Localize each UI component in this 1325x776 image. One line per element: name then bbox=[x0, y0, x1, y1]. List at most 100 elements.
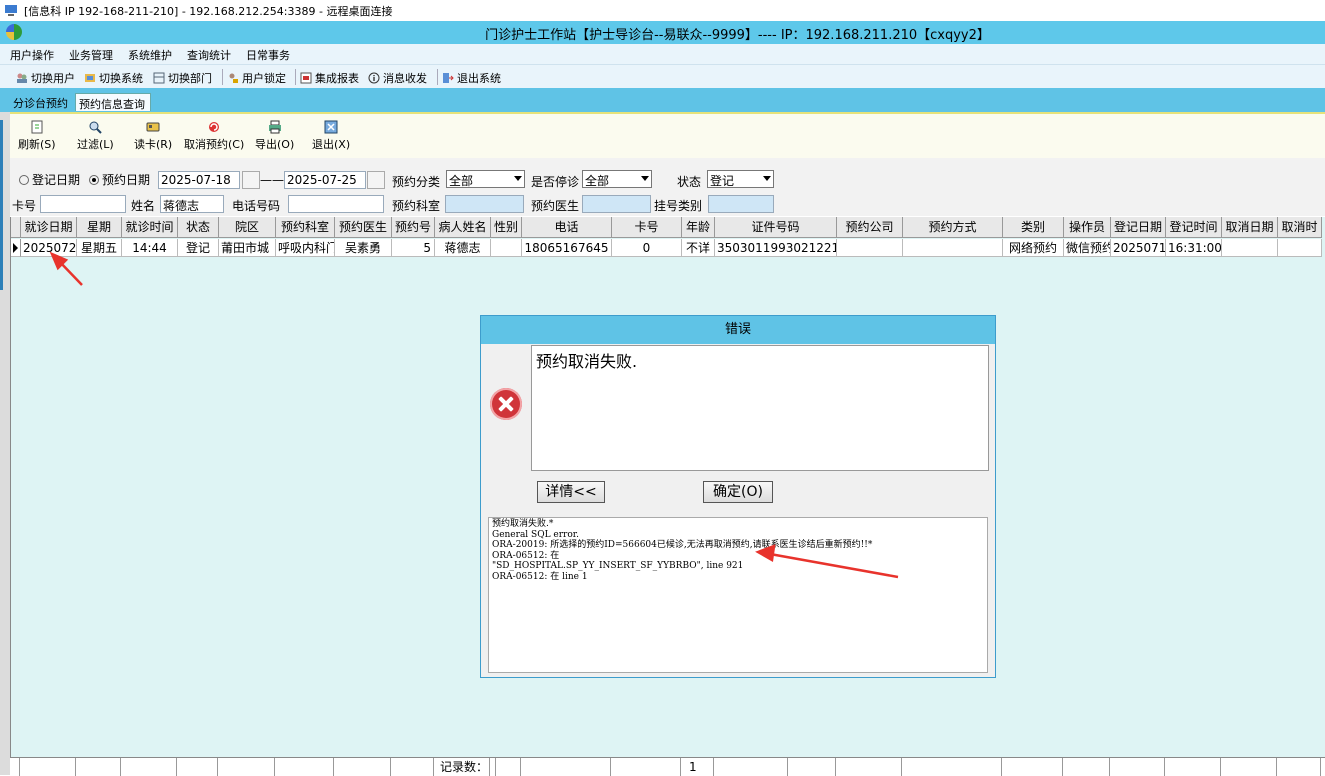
doctor-input[interactable] bbox=[582, 195, 651, 213]
table-cell[interactable]: 20250718 bbox=[1111, 239, 1166, 257]
switch-system-button[interactable]: 切换系统 bbox=[84, 70, 143, 86]
name-label: 姓名 bbox=[131, 199, 156, 213]
table-cell[interactable]: 不详 bbox=[682, 239, 715, 257]
phone-input[interactable] bbox=[288, 195, 384, 213]
filter-button[interactable]: 过滤(L) bbox=[77, 120, 114, 152]
footer-divider bbox=[680, 758, 681, 776]
cancel-icon bbox=[209, 122, 220, 132]
menu-user-ops[interactable]: 用户操作 bbox=[10, 47, 54, 63]
column-header[interactable]: 登记日期 bbox=[1111, 217, 1166, 238]
table-cell[interactable]: 20250725 bbox=[21, 239, 77, 257]
lock-user-button[interactable]: 用户锁定 bbox=[227, 70, 286, 86]
column-header[interactable]: 操作员 bbox=[1064, 217, 1111, 238]
dialog-title: 错误 bbox=[481, 316, 995, 344]
exit-icon bbox=[443, 73, 454, 83]
details-button[interactable]: 详情<< bbox=[537, 481, 605, 503]
table-cell[interactable]: 星期五 bbox=[77, 239, 122, 257]
table-cell[interactable]: 网络预约 bbox=[1003, 239, 1064, 257]
menu-query[interactable]: 查询统计 bbox=[187, 47, 231, 63]
column-header[interactable]: 状态 bbox=[178, 217, 219, 238]
table-cell[interactable] bbox=[1222, 239, 1278, 257]
exit-system-button[interactable]: 退出系统 bbox=[442, 70, 501, 86]
table-cell[interactable]: 14:44 bbox=[122, 239, 178, 257]
table-cell[interactable]: 莆田市城 bbox=[219, 239, 276, 257]
table-cell[interactable] bbox=[837, 239, 903, 257]
date-from-picker[interactable] bbox=[242, 171, 260, 189]
table-cell[interactable]: 蒋德志 bbox=[435, 239, 491, 257]
column-header[interactable]: 预约公司 bbox=[837, 217, 903, 238]
tab-triage-appointment[interactable]: 分诊台预约 bbox=[10, 93, 71, 111]
row-indicator[interactable] bbox=[11, 239, 21, 257]
dept-input[interactable] bbox=[445, 195, 524, 213]
exit-button[interactable]: 退出(X) bbox=[312, 120, 350, 152]
column-header[interactable]: 院区 bbox=[219, 217, 276, 238]
main-toolbar: 切换用户 切换系统 切换部门 用户锁定 集成报表 消息收发 退出系统 bbox=[0, 64, 1325, 89]
footer-divider bbox=[75, 758, 76, 776]
column-header[interactable]: 星期 bbox=[77, 217, 122, 238]
table-cell[interactable]: 微信预约 bbox=[1064, 239, 1111, 257]
column-header[interactable]: 就诊时间 bbox=[122, 217, 178, 238]
column-header[interactable]: 性别 bbox=[491, 217, 522, 238]
table-cell[interactable]: 0 bbox=[612, 239, 682, 257]
ok-button[interactable]: 确定(O) bbox=[703, 481, 773, 503]
footer-divider bbox=[1164, 758, 1165, 776]
detail-line: ORA-06512: 在 line 1 bbox=[492, 571, 588, 582]
toolbar-separator bbox=[295, 69, 296, 85]
column-header[interactable]: 取消时 bbox=[1278, 217, 1322, 238]
column-header[interactable]: 卡号 bbox=[612, 217, 682, 238]
category-select[interactable]: 全部 bbox=[446, 170, 525, 188]
appointment-date-radio[interactable]: 预约日期 bbox=[89, 171, 150, 188]
tab-appointment-query[interactable]: 预约信息查询 bbox=[75, 93, 151, 111]
menu-system[interactable]: 系统维护 bbox=[128, 47, 172, 63]
cancel-appointment-button[interactable]: 取消预约(C) bbox=[184, 120, 244, 152]
switch-department-button[interactable]: 切换部门 bbox=[153, 70, 212, 86]
register-date-radio[interactable]: 登记日期 bbox=[19, 171, 80, 188]
refresh-button[interactable]: 刷新(S) bbox=[18, 120, 56, 152]
table-cell[interactable] bbox=[903, 239, 1003, 257]
message-button[interactable]: 消息收发 bbox=[368, 70, 427, 86]
column-header[interactable]: 类别 bbox=[1003, 217, 1064, 238]
grid-corner bbox=[11, 217, 21, 238]
table-cell[interactable]: 16:31:00 bbox=[1166, 239, 1222, 257]
column-header[interactable]: 证件号码 bbox=[715, 217, 837, 238]
table-cell[interactable] bbox=[1278, 239, 1322, 257]
stopped-select[interactable]: 全部 bbox=[582, 170, 652, 188]
footer-divider bbox=[1276, 758, 1277, 776]
tab-bar: 分诊台预约 预约信息查询 bbox=[0, 88, 1325, 112]
column-header[interactable]: 预约医生 bbox=[335, 217, 392, 238]
toolbar-separator bbox=[437, 69, 438, 85]
grid-footer: 记录数： 1 bbox=[10, 757, 1325, 776]
date-to-field[interactable]: 2025-07-25 bbox=[284, 171, 366, 189]
column-header[interactable]: 登记时间 bbox=[1166, 217, 1222, 238]
name-input[interactable]: 蒋德志 bbox=[160, 195, 224, 213]
date-from-field[interactable]: 2025-07-18 bbox=[158, 171, 240, 189]
column-header[interactable]: 预约方式 bbox=[903, 217, 1003, 238]
column-header[interactable]: 取消日期 bbox=[1222, 217, 1278, 238]
column-header[interactable]: 电话 bbox=[522, 217, 612, 238]
footer-divider bbox=[901, 758, 902, 776]
card-input[interactable] bbox=[40, 195, 126, 213]
exit-icon bbox=[324, 120, 338, 134]
column-header[interactable]: 病人姓名 bbox=[435, 217, 491, 238]
table-cell[interactable]: 350301199302122112 bbox=[715, 239, 837, 257]
table-cell[interactable]: 吴素勇 bbox=[335, 239, 392, 257]
export-button[interactable]: 导出(O) bbox=[255, 120, 294, 152]
report-button[interactable]: 集成报表 bbox=[300, 70, 359, 86]
column-header[interactable]: 年龄 bbox=[682, 217, 715, 238]
status-select[interactable]: 登记 bbox=[707, 170, 774, 188]
menu-daily[interactable]: 日常事务 bbox=[246, 47, 290, 63]
column-header[interactable]: 预约科室 bbox=[276, 217, 335, 238]
menu-business[interactable]: 业务管理 bbox=[69, 47, 113, 63]
column-header[interactable]: 预约号 bbox=[392, 217, 435, 238]
regtype-label: 挂号类别 bbox=[654, 199, 703, 213]
read-card-button[interactable]: 读卡(R) bbox=[134, 120, 172, 152]
table-cell[interactable]: 18065167645 bbox=[522, 239, 612, 257]
column-header[interactable]: 就诊日期 bbox=[21, 217, 77, 238]
table-cell[interactable]: 登记 bbox=[178, 239, 219, 257]
table-cell[interactable] bbox=[491, 239, 522, 257]
table-cell[interactable]: 呼吸内科门诊 bbox=[276, 239, 335, 257]
table-cell[interactable]: 5 bbox=[392, 239, 435, 257]
switch-user-button[interactable]: 切换用户 bbox=[16, 70, 75, 86]
date-to-picker[interactable] bbox=[367, 171, 385, 189]
regtype-input[interactable] bbox=[708, 195, 774, 213]
